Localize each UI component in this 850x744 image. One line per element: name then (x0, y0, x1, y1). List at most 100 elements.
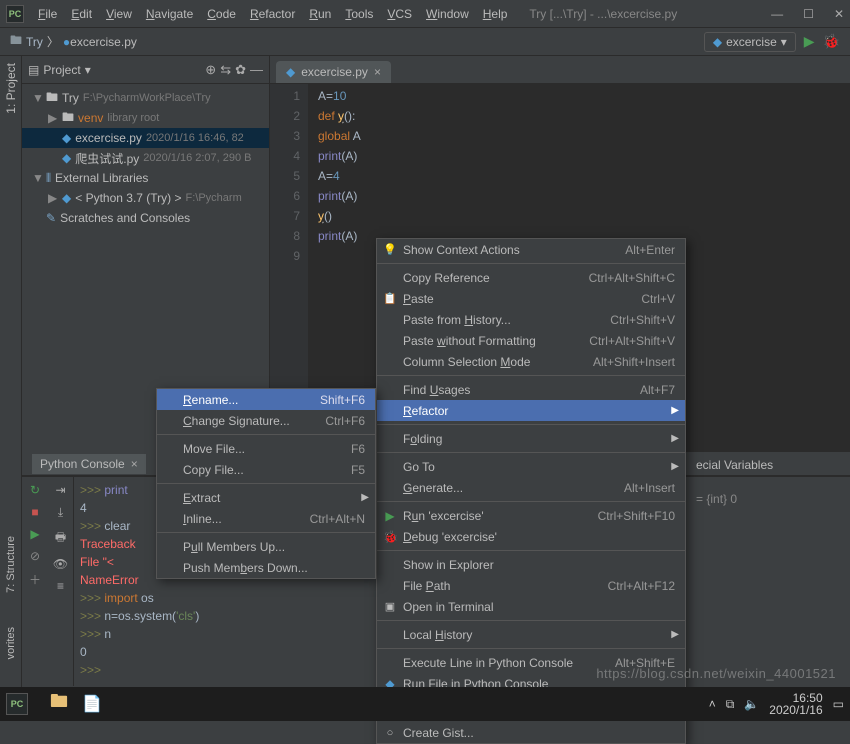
special-variables-label[interactable]: ecial Variables (696, 458, 844, 472)
chevron-down-icon: ▾ (781, 35, 787, 49)
menu-window[interactable]: Window (420, 4, 475, 24)
tree-row[interactable]: ▶◆ < Python 3.7 (Try) > F:\Pycharm (22, 188, 269, 208)
tree-row[interactable]: ▶🖿 venv library root (22, 108, 269, 128)
refactor-submenu[interactable]: Rename...Shift+F6Change Signature...Ctrl… (156, 388, 376, 579)
maximize-button[interactable]: ☐ (803, 7, 814, 21)
windows-taskbar: PC 🖿 📄 ˄ ⧉ 🔈 16:50 2020/1/16 ▭ (0, 687, 850, 721)
python-file-icon: ◆ (286, 65, 295, 79)
close-icon[interactable]: × (131, 457, 138, 471)
menu-item-run-excercise-[interactable]: ▶Run 'excercise'Ctrl+Shift+F10 (377, 505, 685, 526)
menu-item-column-selection-mode[interactable]: Column Selection ModeAlt+Shift+Insert (377, 351, 685, 372)
menu-item-create-gist-[interactable]: ○Create Gist... (377, 722, 685, 743)
app-icon: PC (6, 5, 24, 23)
breadcrumb-folder[interactable]: Try (26, 35, 43, 49)
tree-row[interactable]: ◆ 爬虫试试.py 2020/1/16 2:07, 290 B (22, 148, 269, 168)
menu-item-execute-line-in-python-console[interactable]: Execute Line in Python ConsoleAlt+Shift+… (377, 652, 685, 673)
run-config-selector[interactable]: ◆ excercise ▾ (704, 32, 796, 52)
menu-item-paste-without-formatting[interactable]: Paste without FormattingCtrl+Alt+Shift+V (377, 330, 685, 351)
menu-item-rename-[interactable]: Rename...Shift+F6 (157, 389, 375, 410)
tree-row[interactable]: ▼⫴ External Libraries (22, 168, 269, 188)
console-controls-col2: ⇥ ⤓ 🖶 👁 ≡ (48, 477, 74, 686)
menu-item-find-usages[interactable]: Find UsagesAlt+F7 (377, 379, 685, 400)
menu-item-copy-file-[interactable]: Copy File...F5 (157, 459, 375, 480)
menu-item-file-path[interactable]: File PathCtrl+Alt+F12 (377, 575, 685, 596)
favorites-tool-tab[interactable]: vorites (5, 623, 17, 663)
rerun-icon[interactable]: ↻ (30, 483, 40, 497)
menu-item-pull-members-up-[interactable]: Pull Members Up... (157, 536, 375, 557)
new-console-icon[interactable]: ＋ (29, 571, 41, 588)
clock-date: 2020/1/16 (769, 704, 822, 716)
menu-code[interactable]: Code (201, 4, 242, 24)
stop-icon[interactable]: ■ (31, 505, 38, 519)
menu-file[interactable]: File (32, 4, 63, 24)
menu-item-go-to[interactable]: Go To▶ (377, 456, 685, 477)
run-icon[interactable]: ▶ (30, 527, 39, 541)
menu-item-inline-[interactable]: Inline...Ctrl+Alt+N (157, 508, 375, 529)
print-icon[interactable]: 🖶 (55, 528, 66, 549)
chevron-down-icon[interactable]: ▾ (85, 63, 91, 77)
menu-navigate[interactable]: Navigate (140, 4, 199, 24)
collapse-all-icon[interactable]: ⇆ (220, 62, 231, 78)
menu-item-paste[interactable]: 📋PasteCtrl+V (377, 288, 685, 309)
structure-tool-tab[interactable]: 7: Structure (5, 532, 17, 597)
tree-row[interactable]: ✎ Scratches and Consoles (22, 208, 269, 228)
left-gutter: 1: Project (0, 56, 22, 452)
project-tree[interactable]: ▼🖿 Try F:\PycharmWorkPlace\Try▶🖿 venv li… (22, 84, 269, 232)
menu-item-local-history[interactable]: Local History▶ (377, 624, 685, 645)
console-controls-col1: ↻ ■ ▶ ⊘ ＋ (22, 477, 48, 686)
tray-up-icon[interactable]: ˄ (709, 697, 716, 711)
breadcrumb-file[interactable]: excercise.py (70, 35, 137, 49)
menu-item-open-in-terminal[interactable]: ▣Open in Terminal (377, 596, 685, 617)
menu-item-extract[interactable]: Extract▶ (157, 487, 375, 508)
menu-vcs[interactable]: VCS (381, 4, 418, 24)
debug-button[interactable]: 🐞 (823, 33, 840, 50)
minimize-button[interactable]: — (771, 7, 783, 21)
window-controls: — ☐ ✕ (771, 7, 844, 21)
show-vars-icon[interactable]: 👁 (53, 557, 68, 571)
menu-tools[interactable]: Tools (339, 4, 379, 24)
run-button[interactable]: ▶ (804, 33, 815, 50)
project-tool-tab[interactable]: 1: Project (2, 59, 20, 118)
variable-row[interactable]: = {int} 0 (696, 492, 844, 506)
menu-refactor[interactable]: Refactor (244, 4, 301, 24)
menu-item-generate-[interactable]: Generate...Alt+Insert (377, 477, 685, 498)
menu-item-show-context-actions[interactable]: 💡Show Context ActionsAlt+Enter (377, 239, 685, 260)
browse-history-icon[interactable]: ≡ (57, 579, 64, 593)
menu-bar: FileEditViewNavigateCodeRefactorRunTools… (32, 4, 513, 24)
close-button[interactable]: ✕ (834, 7, 844, 21)
python-console-tab[interactable]: Python Console × (32, 454, 146, 474)
tree-row[interactable]: ◆ excercise.py 2020/1/16 16:46, 82 (22, 128, 269, 148)
taskbar-explorer-icon[interactable]: 🖿 (50, 689, 68, 719)
menu-item-paste-from-history-[interactable]: Paste from History...Ctrl+Shift+V (377, 309, 685, 330)
settings-icon[interactable]: ✿ (235, 62, 246, 78)
attach-debug-icon[interactable]: ⊘ (30, 549, 40, 563)
menu-help[interactable]: Help (477, 4, 514, 24)
menu-edit[interactable]: Edit (65, 4, 98, 24)
editor-tab-excercise[interactable]: ◆ excercise.py × (276, 61, 391, 83)
tray-volume-icon[interactable]: 🔈 (744, 697, 759, 711)
close-tab-icon[interactable]: × (374, 65, 381, 79)
locate-icon[interactable]: ⊕ (205, 62, 216, 78)
menu-item-change-signature-[interactable]: Change Signature...Ctrl+F6 (157, 410, 375, 431)
project-header-label[interactable]: Project (43, 63, 80, 77)
menu-item-debug-excercise-[interactable]: 🐞Debug 'excercise' (377, 526, 685, 547)
editor-tabs: ◆ excercise.py × (270, 56, 850, 84)
menu-item-push-members-down-[interactable]: Push Members Down... (157, 557, 375, 578)
notification-icon[interactable]: ▭ (833, 697, 844, 711)
menu-item-folding[interactable]: Folding▶ (377, 428, 685, 449)
menu-item-move-file-[interactable]: Move File...F6 (157, 438, 375, 459)
tray-network-icon[interactable]: ⧉ (726, 697, 735, 712)
scroll-to-end-icon[interactable]: ⤓ (58, 505, 63, 520)
editor-context-menu[interactable]: 💡Show Context ActionsAlt+Enter Copy Refer… (376, 238, 686, 744)
menu-view[interactable]: View (100, 4, 138, 24)
taskbar-pycharm-icon[interactable]: PC (6, 693, 28, 715)
menu-run[interactable]: Run (303, 4, 337, 24)
hide-icon[interactable]: — (250, 62, 263, 77)
tree-row[interactable]: ▼🖿 Try F:\PycharmWorkPlace\Try (22, 88, 269, 108)
menu-item-show-in-explorer[interactable]: Show in Explorer (377, 554, 685, 575)
taskbar-file-icon[interactable]: 📄 (82, 694, 102, 714)
project-view-icon: ▤ (28, 63, 39, 77)
menu-item-copy-reference[interactable]: Copy ReferenceCtrl+Alt+Shift+C (377, 267, 685, 288)
soft-wrap-icon[interactable]: ⇥ (55, 483, 65, 497)
menu-item-refactor[interactable]: Refactor▶ (377, 400, 685, 421)
